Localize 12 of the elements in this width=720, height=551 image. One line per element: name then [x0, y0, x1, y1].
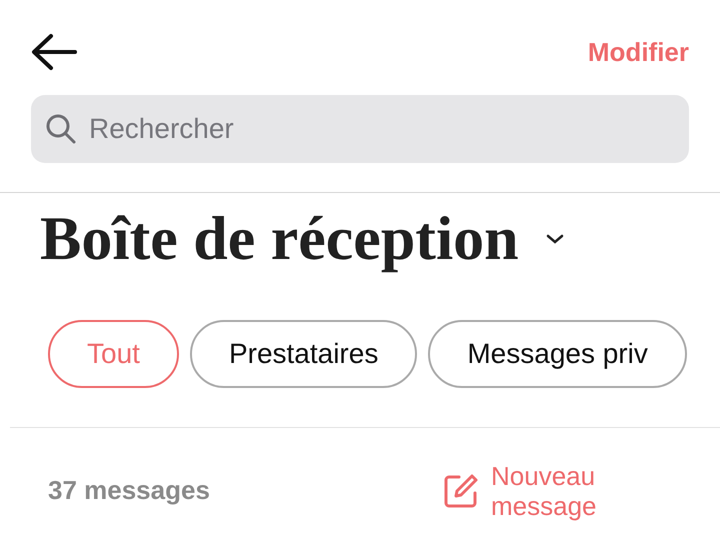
message-count: 37 messages: [48, 475, 211, 506]
filter-chip[interactable]: Prestataires: [190, 320, 418, 388]
edit-link[interactable]: Modifier: [588, 36, 689, 68]
search-field[interactable]: Rechercher: [31, 95, 689, 163]
compose-icon: [443, 472, 479, 508]
back-arrow-icon[interactable]: [31, 33, 77, 71]
filter-chip[interactable]: Messages priv: [428, 320, 687, 388]
page-title: Boîte de réception: [40, 204, 519, 274]
new-message-button[interactable]: Nouveau message: [443, 460, 621, 520]
filter-chip[interactable]: Tout: [48, 320, 179, 388]
chevron-down-icon[interactable]: [544, 233, 565, 245]
search-icon: [45, 113, 77, 145]
